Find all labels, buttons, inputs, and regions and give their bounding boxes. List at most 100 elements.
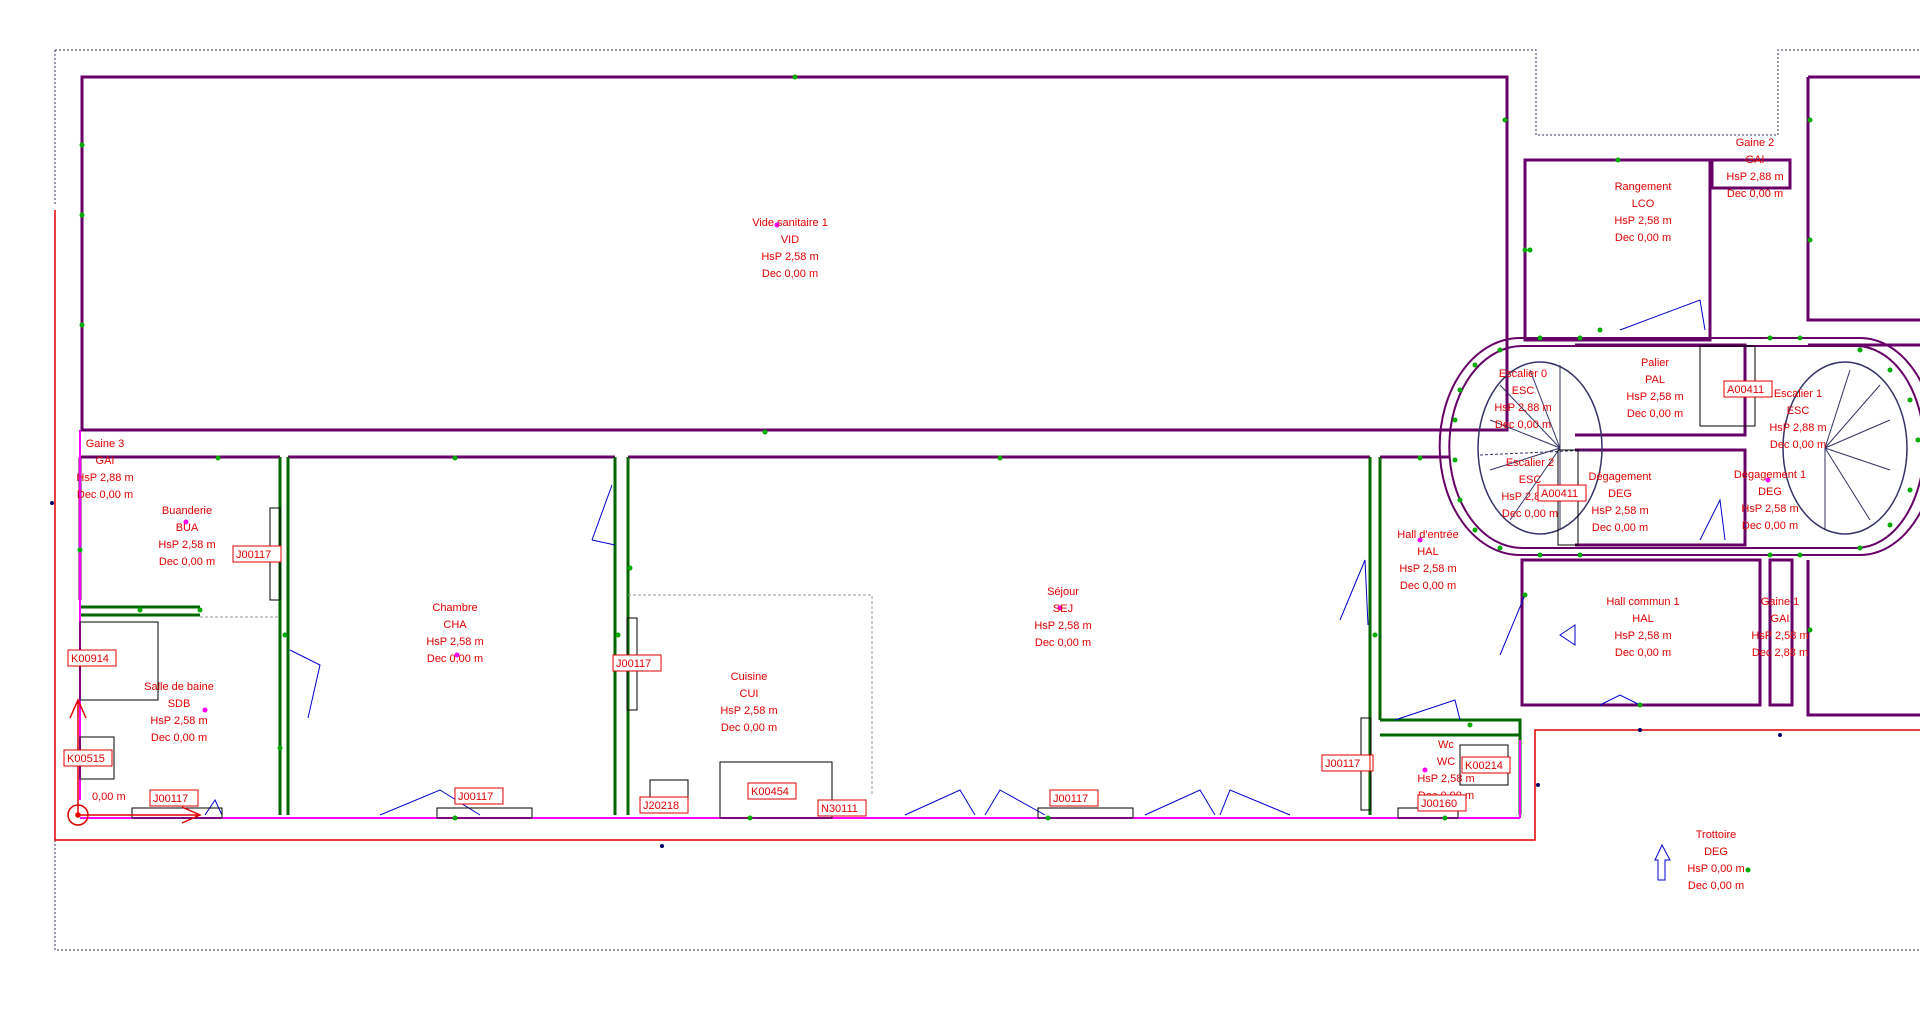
room-label-pal-line-1: PAL bbox=[1645, 374, 1665, 386]
room-label-cha-line-0: Chambre bbox=[432, 602, 477, 614]
room-label-vid-line-3: Dec 0,00 m bbox=[762, 268, 818, 280]
room-label-cui-line-0: Cuisine bbox=[731, 671, 768, 683]
room-label-bua-line-2: HsP 2,58 m bbox=[158, 539, 215, 551]
room-label-esc-0-line-0: Escalier 0 bbox=[1499, 368, 1547, 380]
object-tag-label: J00160 bbox=[1421, 798, 1457, 810]
room-label-gai-1-line-0: Gaine 1 bbox=[1761, 596, 1800, 608]
room-label-cui-line-1: CUI bbox=[740, 688, 759, 700]
object-tag-t8[interactable]: K00515 bbox=[63, 749, 113, 767]
room-label-lco-line-1: LCO bbox=[1632, 198, 1655, 210]
room-label-esc-0-line-3: Dec 0,00 m bbox=[1495, 419, 1551, 431]
room-label-esc-1-line-2: HsP 2,88 m bbox=[1769, 422, 1826, 434]
object-tag-label: J00117 bbox=[153, 793, 188, 805]
object-tag-t1[interactable]: J00117 bbox=[232, 545, 282, 563]
room-label-deg-1-line-0: Dégagement 1 bbox=[1734, 469, 1806, 481]
object-tag-t13[interactable]: K00214 bbox=[1461, 756, 1511, 774]
room-label-hal-entree-line-2: HsP 2,58 m bbox=[1399, 563, 1456, 575]
walls-magenta bbox=[79, 430, 1521, 819]
room-label-bua-line-3: Dec 0,00 m bbox=[159, 556, 215, 568]
room-label-vid-line-2: HsP 2,58 m bbox=[761, 251, 818, 263]
object-tags: J00117 J00117 J00117 J00117 J00117 J00117 K009… bbox=[63, 380, 1773, 817]
object-tag-label: J00117 bbox=[458, 791, 493, 803]
room-label-gai-2-line-1: GAI bbox=[1746, 154, 1765, 166]
object-tag-t12[interactable]: J00117 bbox=[1321, 754, 1371, 772]
object-tag-t5[interactable]: J00117 bbox=[1049, 789, 1099, 807]
origin-label: 0,00 m bbox=[92, 791, 126, 803]
room-label-hal-commun-line-2: HsP 2,58 m bbox=[1614, 630, 1671, 642]
room-label-wc-line-0: Wc bbox=[1438, 739, 1454, 751]
room-label-deg-line-3: Dec 0,00 m bbox=[1592, 522, 1648, 534]
object-tag-label: J00117 bbox=[616, 658, 651, 670]
floor-plan-canvas[interactable]: 0,00 m Vide sanitaire 1 VID HsP 2,58 m Dec … bbox=[0, 0, 1920, 1020]
object-tag-label: J00117 bbox=[1053, 793, 1088, 805]
object-tag-label: A00411 bbox=[1727, 384, 1764, 396]
room-labels: Vide sanitaire 1 VID HsP 2,58 m Dec 0,00 m G… bbox=[76, 137, 1826, 892]
object-tag-t9[interactable]: J20218 bbox=[639, 796, 689, 814]
wall-nodes bbox=[77, 74, 1813, 873]
room-label-esc-1-line-0: Escalier 1 bbox=[1774, 388, 1822, 400]
room-label-sej-line-0: Séjour bbox=[1047, 586, 1079, 598]
room-label-gai-1-line-2: HsP 2,58 m bbox=[1751, 630, 1808, 642]
room-label-esc-0-line-2: HsP 2,88 m bbox=[1494, 402, 1551, 414]
object-tag-t7[interactable]: K00914 bbox=[67, 649, 117, 667]
object-tag-t11[interactable]: N30111 bbox=[817, 799, 867, 817]
object-tag-label: K00515 bbox=[67, 753, 105, 765]
object-tag-label: A00411 bbox=[1541, 488, 1578, 500]
room-label-trottoir-line-2: HsP 0,00 m bbox=[1687, 863, 1744, 875]
room-label-cui-line-3: Dec 0,00 m bbox=[721, 722, 777, 734]
object-tag-t10[interactable]: K00454 bbox=[747, 782, 797, 800]
room-label-gai-3-line-3: Dec 0,00 m bbox=[77, 489, 133, 501]
room-label-esc-1-line-1: ESC bbox=[1787, 405, 1810, 417]
object-tag-label: K00214 bbox=[1465, 760, 1503, 772]
object-tag-label: J00117 bbox=[236, 549, 271, 561]
object-tag-t15[interactable]: A00411 bbox=[1723, 380, 1773, 398]
object-tag-t4[interactable]: J00117 bbox=[612, 654, 662, 672]
room-label-esc-2-line-1: ESC bbox=[1519, 474, 1542, 486]
room-label-sej-line-2: HsP 2,58 m bbox=[1034, 620, 1091, 632]
room-label-lco-line-3: Dec 0,00 m bbox=[1615, 232, 1671, 244]
room-label-deg-1-line-1: DEG bbox=[1758, 486, 1782, 498]
room-label-gai-3-line-0: Gaine 3 bbox=[86, 438, 125, 450]
room-label-gai-2-line-3: Dec 0,00 m bbox=[1727, 188, 1783, 200]
room-label-gai-2-line-2: HsP 2,88 m bbox=[1726, 171, 1783, 183]
room-label-sdb-line-3: Dec 0,00 m bbox=[151, 732, 207, 744]
room-label-deg-line-2: HsP 2,58 m bbox=[1591, 505, 1648, 517]
object-tag-t2[interactable]: J00117 bbox=[149, 789, 199, 807]
room-label-bua-line-0: Buanderie bbox=[162, 505, 212, 517]
room-label-hal-commun-line-0: Hall commun 1 bbox=[1606, 596, 1679, 608]
room-label-wc-line-2: HsP 2,58 m bbox=[1417, 773, 1474, 785]
room-label-gai-1-line-3: Dec 2,88 m bbox=[1752, 647, 1808, 659]
room-label-hal-entree-line-0: Hall d'entrée bbox=[1397, 529, 1458, 541]
room-label-trottoir-line-1: DEG bbox=[1704, 846, 1728, 858]
object-tag-t14[interactable]: J00160 bbox=[1417, 794, 1467, 812]
room-label-sej-line-1: SEJ bbox=[1053, 603, 1073, 615]
room-label-deg-line-0: Dégagement bbox=[1589, 471, 1652, 483]
room-label-cui-line-2: HsP 2,58 m bbox=[720, 705, 777, 717]
kitchen-zone bbox=[200, 594, 873, 795]
room-label-esc-2-line-3: Dec 0,00 m bbox=[1502, 508, 1558, 520]
room-label-deg-line-1: DEG bbox=[1608, 488, 1632, 500]
room-label-lco-line-2: HsP 2,58 m bbox=[1614, 215, 1671, 227]
room-label-cha-line-2: HsP 2,58 m bbox=[426, 636, 483, 648]
room-label-esc-0-line-1: ESC bbox=[1512, 385, 1535, 397]
room-label-hal-entree-line-1: HAL bbox=[1417, 546, 1438, 558]
room-label-bua-line-1: BUA bbox=[176, 522, 199, 534]
room-label-vid-line-0: Vide sanitaire 1 bbox=[752, 217, 828, 229]
room-label-gai-2-line-0: Gaine 2 bbox=[1736, 137, 1775, 149]
object-tag-label: K00454 bbox=[751, 786, 789, 798]
walls-green bbox=[80, 457, 1522, 815]
room-label-vid-line-1: VID bbox=[781, 234, 799, 246]
object-tag-label: J00117 bbox=[1325, 758, 1360, 770]
room-label-sdb-line-2: HsP 2,58 m bbox=[150, 715, 207, 727]
stair-steps bbox=[1479, 365, 1891, 530]
object-tag-t3[interactable]: J00117 bbox=[454, 787, 504, 805]
room-label-hal-commun-line-1: HAL bbox=[1632, 613, 1653, 625]
room-label-gai-3-line-1: GAI bbox=[96, 455, 115, 467]
room-label-deg-1-line-3: Dec 0,00 m bbox=[1742, 520, 1798, 532]
object-tag-t16[interactable]: A00411 bbox=[1537, 484, 1587, 502]
room-label-lco-line-0: Rangement bbox=[1615, 181, 1672, 193]
room-label-wc-line-1: WC bbox=[1437, 756, 1455, 768]
room-label-esc-2-line-0: Escalier 2 bbox=[1506, 457, 1554, 469]
room-label-trottoir-line-3: Dec 0,00 m bbox=[1688, 880, 1744, 892]
room-label-gai-1-line-1: GAI bbox=[1771, 613, 1790, 625]
